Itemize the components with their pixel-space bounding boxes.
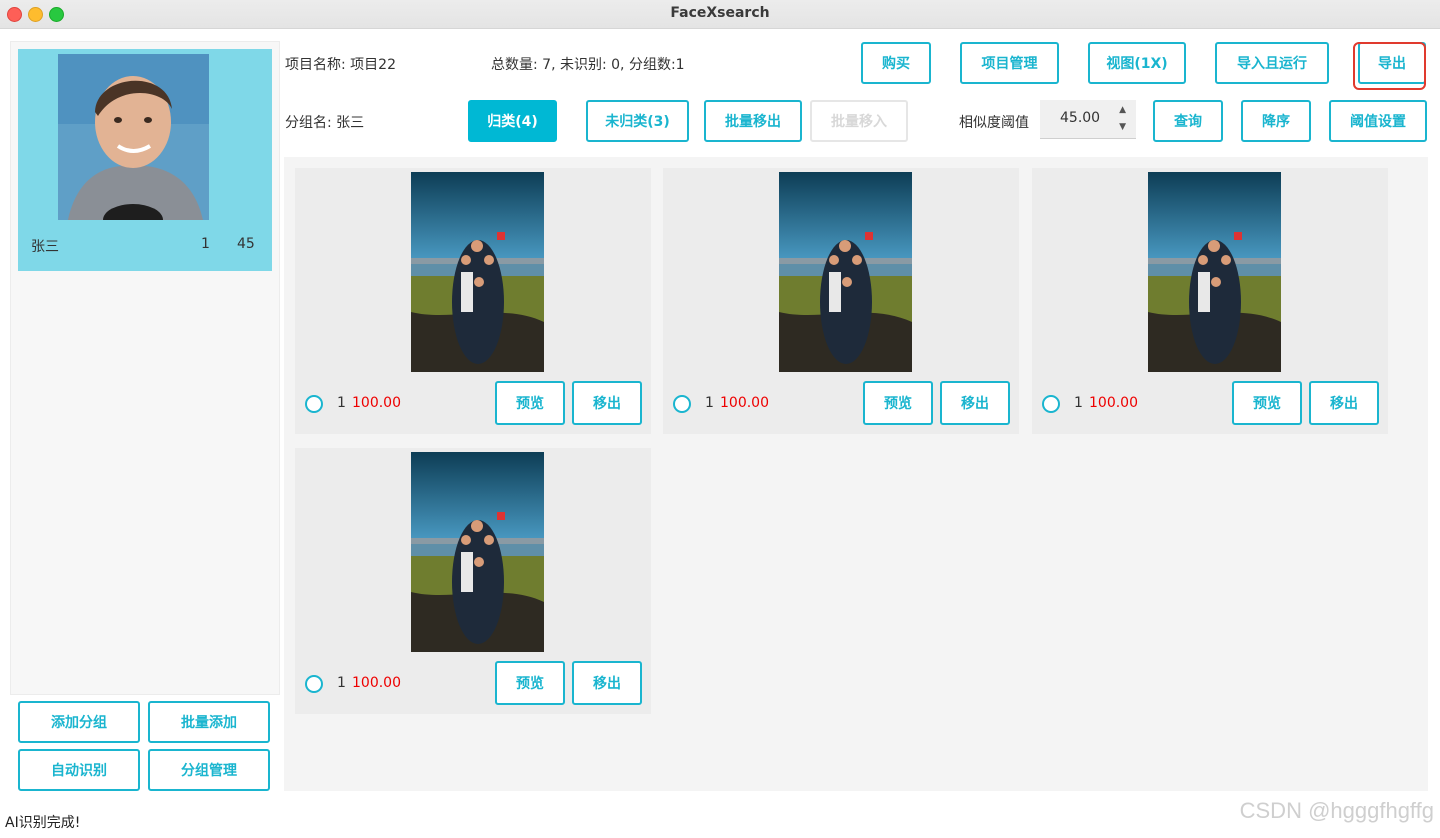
similarity-threshold-stepper[interactable]: 45.00 ▲ ▼ (1040, 100, 1136, 139)
photo-card: 1 100.00 预览 移出 (1032, 168, 1388, 434)
group-member-count: 1 (201, 236, 210, 252)
project-name-label: 项目名称: 项目22 (285, 57, 396, 73)
query-button[interactable]: 查询 (1153, 100, 1223, 142)
select-radio[interactable] (1042, 395, 1060, 413)
group-manage-button[interactable]: 分组管理 (148, 749, 270, 791)
similarity-threshold-label: 相似度阈值 (959, 115, 1029, 131)
batch-move-in-button[interactable]: 批量移入 (810, 100, 908, 142)
photo-thumbnail[interactable] (411, 452, 544, 652)
photo-card: 1 100.00 预览 移出 (663, 168, 1019, 434)
photo-card: 1 100.00 预览 移出 (295, 448, 651, 714)
view-button[interactable]: 视图(1X) (1088, 42, 1186, 84)
card-count: 1 (337, 395, 346, 411)
threshold-settings-button[interactable]: 阈值设置 (1329, 100, 1427, 142)
remove-button[interactable]: 移出 (572, 381, 642, 425)
stats-label: 总数量: 7, 未识别: 0, 分组数:1 (491, 57, 685, 73)
preview-button[interactable]: 预览 (863, 381, 933, 425)
group-name: 张三 (31, 239, 59, 255)
photo-grid: 1 100.00 预览 移出 1 100.00 预览 移出 1 100.00 预… (284, 157, 1428, 791)
auto-recognize-button[interactable]: 自动识别 (18, 749, 140, 791)
remove-button[interactable]: 移出 (572, 661, 642, 705)
select-radio[interactable] (305, 395, 323, 413)
window-title: FaceXsearch (670, 5, 770, 21)
import-run-button[interactable]: 导入且运行 (1215, 42, 1329, 84)
stepper-up-icon[interactable]: ▲ (1119, 105, 1126, 115)
title-bar: FaceXsearch (0, 0, 1440, 29)
photo-card: 1 100.00 预览 移出 (295, 168, 651, 434)
group-card[interactable]: 张三 1 45 (18, 49, 272, 271)
stepper-down-icon[interactable]: ▼ (1119, 122, 1126, 132)
card-score: 100.00 (720, 395, 769, 411)
group-list-panel: 张三 1 45 (10, 41, 280, 695)
remove-button[interactable]: 移出 (1309, 381, 1379, 425)
tab-unclassified[interactable]: 未归类(3) (586, 100, 689, 142)
group-avatar (58, 54, 209, 220)
sort-desc-button[interactable]: 降序 (1241, 100, 1311, 142)
card-score: 100.00 (352, 395, 401, 411)
project-manage-button[interactable]: 项目管理 (960, 42, 1059, 84)
export-highlight-box (1353, 42, 1426, 90)
select-radio[interactable] (305, 675, 323, 693)
remove-button[interactable]: 移出 (940, 381, 1010, 425)
tab-classified[interactable]: 归类(4) (468, 100, 557, 142)
batch-add-button[interactable]: 批量添加 (148, 701, 270, 743)
preview-button[interactable]: 预览 (495, 381, 565, 425)
similarity-threshold-value: 45.00 (1060, 110, 1101, 126)
main-window: 张三 1 45 添加分组 批量添加 自动识别 分组管理 项目名称: 项目22 总… (0, 29, 1440, 838)
group-name-label: 分组名: 张三 (285, 115, 365, 131)
select-radio[interactable] (673, 395, 691, 413)
card-count: 1 (337, 675, 346, 691)
card-score: 100.00 (352, 675, 401, 691)
photo-thumbnail[interactable] (779, 172, 912, 372)
card-count: 1 (705, 395, 714, 411)
status-bar-text: AI识别完成! (5, 815, 81, 831)
preview-button[interactable]: 预览 (495, 661, 565, 705)
card-count: 1 (1074, 395, 1083, 411)
watermark-text: CSDN @hgggfhgffg (1239, 798, 1434, 823)
group-threshold: 45 (237, 236, 255, 252)
buy-button[interactable]: 购买 (861, 42, 931, 84)
photo-thumbnail[interactable] (411, 172, 544, 372)
add-group-button[interactable]: 添加分组 (18, 701, 140, 743)
batch-remove-button[interactable]: 批量移出 (704, 100, 802, 142)
photo-thumbnail[interactable] (1148, 172, 1281, 372)
card-score: 100.00 (1089, 395, 1138, 411)
preview-button[interactable]: 预览 (1232, 381, 1302, 425)
